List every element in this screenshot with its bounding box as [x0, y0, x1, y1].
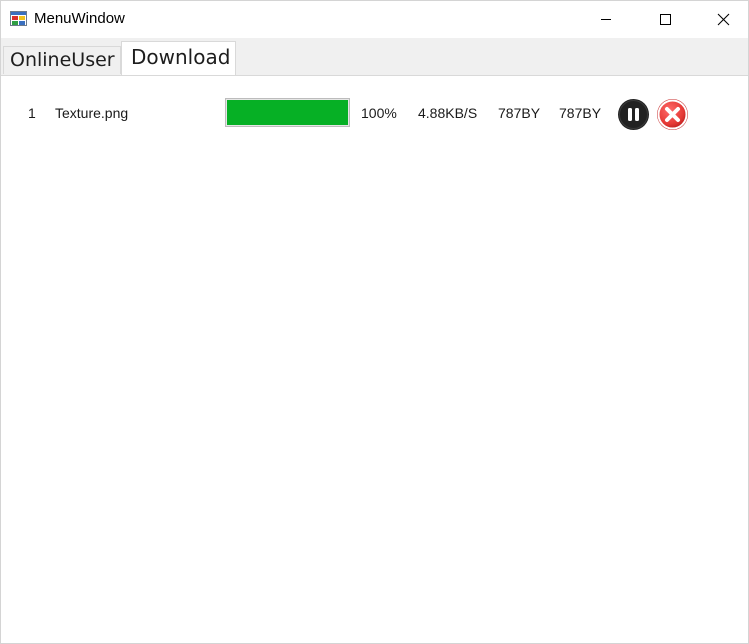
window-title: MenuWindow [34, 10, 125, 27]
download-total-size: 787BY [559, 105, 602, 121]
download-panel [1, 75, 748, 641]
tab-online-user[interactable]: OnlineUser [3, 46, 121, 74]
download-progress-text: 100% [361, 105, 397, 121]
minimize-icon [601, 19, 611, 20]
maximize-button[interactable] [642, 1, 688, 37]
download-speed: 4.88KB/S [418, 105, 478, 121]
close-window-button[interactable] [700, 1, 746, 37]
app-window-icon [10, 11, 27, 26]
tab-strip: OnlineUser Download [1, 38, 748, 75]
menu-window: MenuWindow OnlineUser Download 1 Texture… [0, 0, 749, 644]
cancel-icon[interactable] [656, 98, 689, 131]
download-progress-bar [225, 98, 350, 127]
download-progress-fill [227, 100, 348, 125]
close-icon [717, 13, 729, 25]
download-filename: Texture.png [55, 105, 129, 121]
maximize-icon [660, 14, 671, 25]
title-bar[interactable]: MenuWindow [1, 1, 748, 37]
pause-icon[interactable] [617, 98, 650, 131]
download-downloaded-size: 787BY [498, 105, 541, 121]
minimize-button[interactable] [583, 1, 629, 37]
download-index: 1 [28, 105, 36, 121]
tab-download[interactable]: Download [121, 41, 236, 75]
